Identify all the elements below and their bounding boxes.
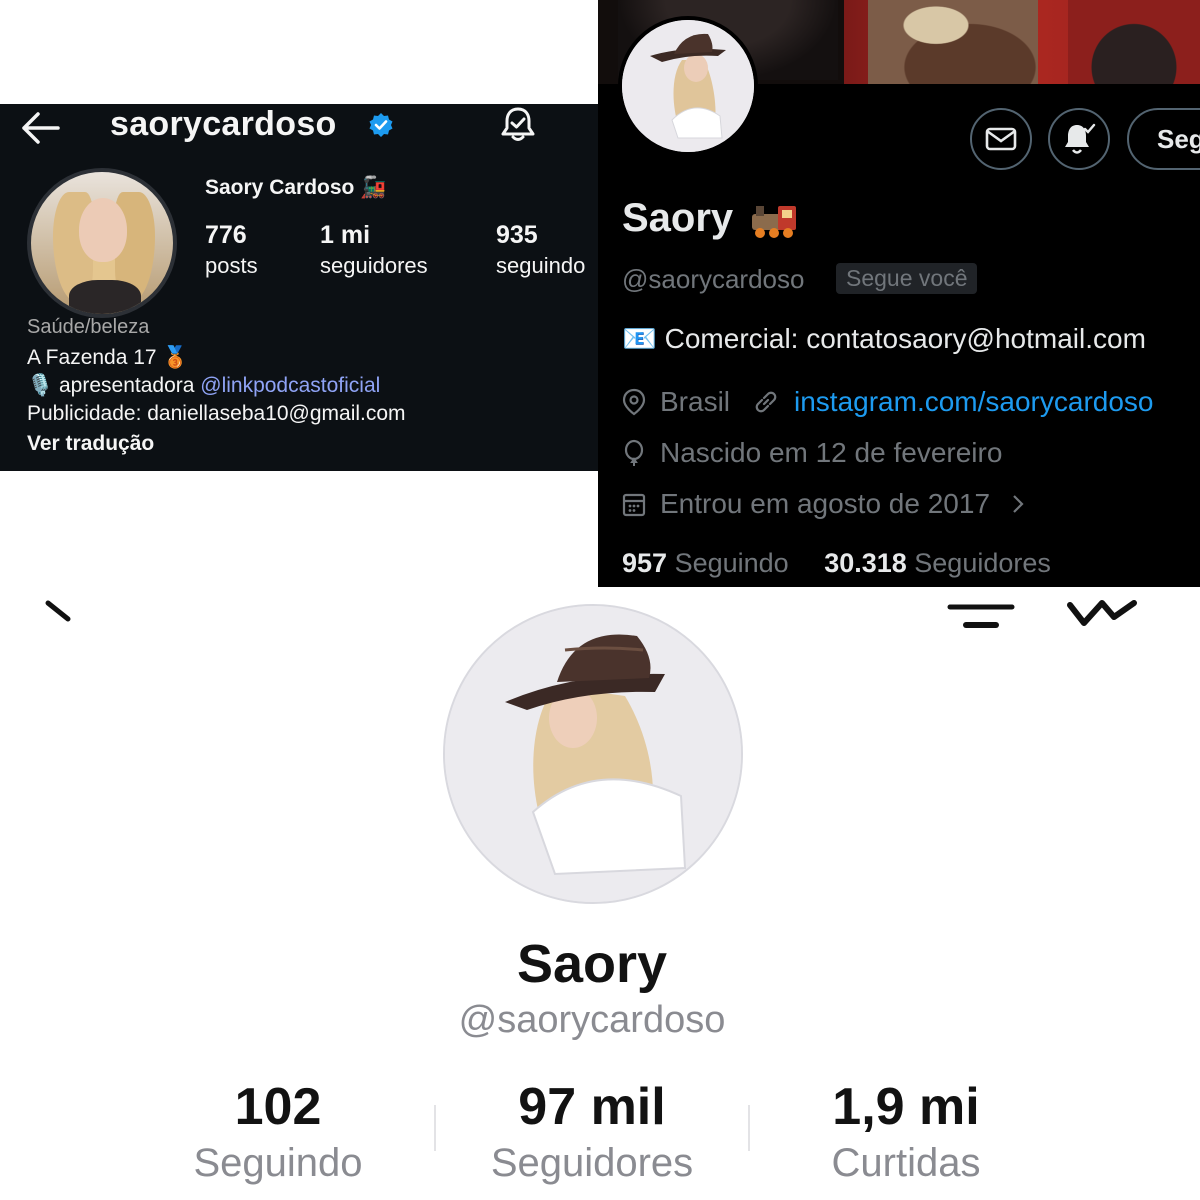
bio-line: 🎙️ apresentadora @linkpodcastoficial bbox=[27, 372, 380, 400]
stat-label: Seguidores bbox=[490, 1141, 694, 1185]
stat-value: 935 bbox=[496, 221, 538, 249]
avatar-face bbox=[79, 198, 127, 262]
bio-line: A Fazenda 17 🥉 bbox=[27, 346, 189, 369]
profile-handle: @saorycardoso bbox=[458, 999, 726, 1041]
following-stat[interactable]: 935 seguindo bbox=[496, 220, 585, 282]
message-button[interactable] bbox=[970, 108, 1032, 170]
display-name: Saory bbox=[622, 196, 734, 240]
notification-icon[interactable] bbox=[944, 597, 1018, 633]
instagram-profile-panel: saorycardoso Saory Cardoso 🚂 776 posts 1… bbox=[0, 104, 600, 471]
stat-value: 102 bbox=[234, 1078, 322, 1136]
banner-photo-segment bbox=[868, 0, 1038, 84]
balloon-icon bbox=[624, 439, 644, 466]
link-icon bbox=[755, 391, 777, 413]
birthday-text: Nascido em 12 de fevereiro bbox=[660, 437, 1003, 468]
notifications-button[interactable] bbox=[1048, 108, 1110, 170]
location-pin-icon bbox=[622, 388, 646, 416]
follow-counts: 957 Seguindo 30.318 Seguidores bbox=[622, 548, 1051, 579]
stat-value: 97 mil bbox=[518, 1078, 666, 1136]
following-count: 957 bbox=[622, 548, 668, 578]
tiktok-profile-panel: Saory @saorycardoso 102 Seguindo 97 mil … bbox=[0, 587, 1200, 1200]
followers-count: 30.318 bbox=[824, 548, 907, 578]
stat-label: seguidores bbox=[320, 253, 428, 278]
display-name: Saory bbox=[516, 934, 668, 994]
stat-label: Curtidas bbox=[831, 1141, 981, 1185]
location-item: Brasil instagram.com/saorycardoso bbox=[622, 386, 1154, 418]
twitter-profile-panel: Seg Saory @saorycardoso Segue você 📧 Com… bbox=[598, 0, 1200, 587]
avatar-clothing bbox=[69, 280, 141, 314]
bell-check-icon bbox=[1065, 123, 1096, 154]
followers-link[interactable]: 30.318 Seguidores bbox=[824, 548, 1051, 578]
profile-avatar[interactable] bbox=[27, 168, 177, 318]
bio-line: Publicidade: daniellaseba10@gmail.com bbox=[27, 402, 406, 425]
posts-stat[interactable]: 776 posts bbox=[205, 220, 258, 282]
profile-bio: 📧 Comercial: contatosaory@hotmail.com bbox=[622, 323, 1146, 354]
stat-value: 776 bbox=[205, 221, 247, 249]
followers-label: Seguidores bbox=[906, 548, 1051, 578]
profile-avatar[interactable] bbox=[618, 16, 758, 156]
calendar-icon bbox=[622, 493, 646, 517]
back-arrow-icon[interactable] bbox=[44, 599, 74, 623]
display-name: Saory Cardoso 🚂 bbox=[205, 176, 387, 199]
profile-category: Saúde/beleza bbox=[27, 316, 150, 338]
follows-you-badge: Segue você bbox=[836, 263, 978, 294]
back-arrow-icon[interactable] bbox=[18, 108, 62, 148]
followers-stat[interactable]: 1 mi seguidores bbox=[320, 220, 428, 282]
notification-bell-icon[interactable] bbox=[498, 104, 538, 144]
banner-photo-segment bbox=[1068, 0, 1200, 84]
following-link[interactable]: 957 Seguindo bbox=[622, 548, 789, 578]
stat-label: Seguindo bbox=[193, 1141, 363, 1185]
locomotive-icon bbox=[752, 206, 796, 238]
profile-username: saorycardoso bbox=[110, 105, 337, 143]
avatar-photo bbox=[445, 606, 741, 902]
envelope-icon bbox=[985, 127, 1017, 151]
followers-stat[interactable]: 97 mil Seguidores bbox=[432, 1077, 752, 1189]
following-label: Seguindo bbox=[667, 548, 789, 578]
translate-link[interactable]: Ver tradução bbox=[27, 430, 154, 458]
joined-text: Entrou em agosto de 2017 bbox=[660, 488, 991, 519]
website-link[interactable]: instagram.com/saorycardoso bbox=[794, 386, 1153, 418]
profile-avatar[interactable] bbox=[443, 604, 743, 904]
stat-label: seguindo bbox=[496, 253, 586, 278]
verified-badge-icon bbox=[369, 113, 393, 137]
stat-value: 1 mi bbox=[320, 221, 371, 249]
chevron-right-icon bbox=[1013, 495, 1024, 513]
avatar-photo bbox=[622, 20, 754, 152]
stat-value: 1,9 mi bbox=[832, 1078, 980, 1136]
joined-item[interactable]: Entrou em agosto de 2017 bbox=[622, 488, 1042, 520]
mention-link[interactable]: @linkpodcastoficial bbox=[200, 374, 380, 397]
location-text: Brasil bbox=[660, 386, 731, 417]
birthday-item: Nascido em 12 de fevereiro bbox=[622, 437, 1002, 469]
following-stat[interactable]: 102 Seguindo bbox=[118, 1077, 438, 1189]
follow-button[interactable]: Seg bbox=[1127, 108, 1200, 170]
bio-text: 🎙️ apresentadora bbox=[27, 374, 201, 397]
stat-label: posts bbox=[205, 253, 258, 278]
share-icon[interactable] bbox=[1064, 595, 1140, 631]
likes-stat[interactable]: 1,9 mi Curtidas bbox=[746, 1077, 1066, 1189]
profile-handle: @saorycardoso bbox=[622, 264, 805, 294]
